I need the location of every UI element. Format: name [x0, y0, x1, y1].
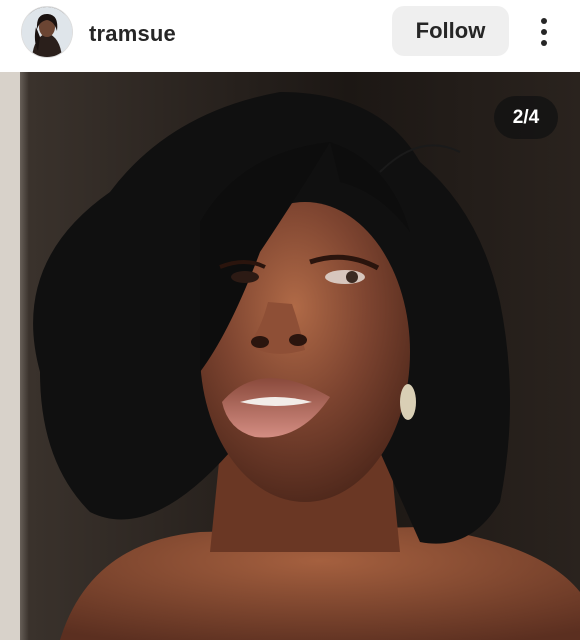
more-dot: [541, 29, 547, 35]
post-photo[interactable]: [0, 72, 580, 640]
image-counter-badge: 2/4: [494, 96, 558, 139]
portrait-illustration: [0, 72, 580, 640]
follow-button[interactable]: Follow: [392, 6, 509, 56]
avatar-image: [22, 7, 72, 57]
more-dot: [541, 40, 547, 46]
more-options-icon[interactable]: [528, 12, 560, 52]
post-header: tramsue Follow: [0, 0, 580, 72]
more-dot: [541, 18, 547, 24]
profile-avatar[interactable]: [22, 7, 72, 57]
username[interactable]: tramsue: [89, 21, 176, 47]
